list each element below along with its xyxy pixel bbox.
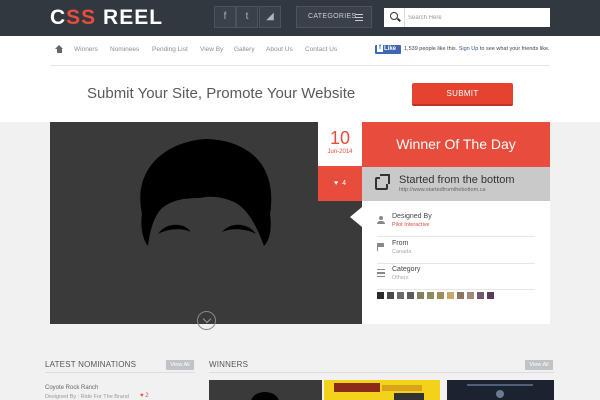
user-icon — [377, 216, 385, 224]
country-value: Canada — [392, 249, 412, 255]
latest-nominations-title: LATEST NOMINATIONS — [45, 360, 137, 369]
winner-thumbnail[interactable] — [324, 380, 440, 400]
search-icon[interactable] — [384, 8, 405, 27]
color-swatch[interactable] — [417, 292, 424, 299]
winner-face-illustration — [140, 139, 272, 246]
winner-date: 10 Jun-2014 — [318, 122, 362, 166]
panel-pointer — [350, 207, 362, 227]
winner-thumbnail[interactable] — [209, 380, 322, 400]
heart-icon: ♥ — [333, 180, 339, 187]
category-label: Category — [392, 266, 421, 273]
thumbnail-face — [251, 392, 279, 400]
designer-link[interactable]: Pilot Interactive — [392, 222, 430, 228]
category-value[interactable]: Others — [392, 275, 409, 281]
winner-site-title[interactable]: Started from the bottom — [399, 174, 515, 186]
color-swatch[interactable] — [397, 292, 404, 299]
color-swatch[interactable] — [437, 292, 444, 299]
winners-view-all-button[interactable]: View All — [525, 360, 553, 370]
nav-pending-list[interactable]: Pending List — [152, 46, 188, 53]
facebook-signup-link[interactable]: Sign Up — [459, 46, 479, 52]
winners-title: WINNERS — [209, 360, 249, 369]
designed-by-row: Designed By Pilot Interactive — [377, 211, 535, 237]
like-count: 4 — [342, 180, 347, 187]
thumbnail-graphic — [467, 384, 533, 398]
nomination-title[interactable]: Coyote Rock Ranch — [45, 385, 98, 391]
submit-button[interactable]: SUBMIT — [412, 83, 513, 106]
color-swatch[interactable] — [457, 292, 464, 299]
color-swatch[interactable] — [477, 292, 484, 299]
menu-icon — [355, 14, 363, 21]
rss-icon[interactable]: ◢ — [259, 6, 281, 28]
home-icon[interactable] — [55, 45, 63, 53]
winner-thumbnail[interactable] — [447, 380, 554, 400]
facebook-icon[interactable]: f — [214, 6, 236, 28]
thumbnail-graphic — [334, 383, 424, 400]
search-box — [384, 8, 550, 27]
from-label: From — [392, 240, 409, 247]
color-swatch[interactable] — [467, 292, 474, 299]
external-link-icon — [375, 174, 390, 190]
facebook-like-button[interactable]: f Like — [375, 45, 401, 54]
nav-gallery[interactable]: Gallery — [234, 46, 255, 53]
color-swatch[interactable] — [447, 292, 454, 299]
facebook-icon: f — [377, 45, 383, 52]
list-icon — [377, 269, 385, 277]
search-input[interactable] — [408, 11, 543, 24]
nav-nominees[interactable]: Nominees — [110, 46, 139, 53]
category-row: Category Others — [377, 264, 535, 290]
nav-contact-us[interactable]: Contact Us — [305, 46, 337, 53]
date-month: Jun-2014 — [327, 149, 353, 155]
latest-divider — [45, 372, 195, 373]
heart-icon: ♥ — [140, 393, 144, 399]
latest-view-all-button[interactable]: View All — [166, 360, 194, 370]
winner-site-url[interactable]: http://www.startedfromthebottom.ca — [399, 187, 486, 193]
color-swatch[interactable] — [387, 292, 394, 299]
winner-screenshot[interactable] — [50, 122, 362, 324]
nav-about-us[interactable]: About Us — [266, 46, 293, 53]
winners-divider — [209, 372, 554, 373]
color-palette — [377, 292, 497, 299]
color-swatch[interactable] — [377, 292, 384, 299]
from-row: From Canada — [377, 238, 535, 264]
nomination-likes[interactable]: ♥ 2 — [140, 393, 149, 399]
site-logo[interactable]: CSS REEL — [50, 7, 163, 28]
winner-site-link[interactable]: Started from the bottom http://www.start… — [362, 167, 550, 201]
scroll-down-button[interactable] — [197, 311, 216, 330]
designed-by-label: Designed By — [392, 213, 432, 220]
categories-label: CATEGORIES — [308, 13, 357, 20]
nav-winners[interactable]: Winners — [74, 46, 98, 53]
color-swatch[interactable] — [427, 292, 434, 299]
nomination-designer: Designed By : Ride For The Brand — [45, 394, 129, 400]
winner-like-button[interactable]: ♥ 4 — [318, 166, 362, 201]
facebook-like-text: 1,539 people like this. Sign Up to see w… — [404, 46, 550, 52]
color-swatch[interactable] — [487, 292, 494, 299]
categories-button[interactable]: CATEGORIES — [296, 6, 372, 28]
date-day: 10 — [329, 128, 351, 148]
flag-icon — [377, 243, 385, 251]
twitter-icon[interactable]: t — [236, 6, 258, 28]
winner-heading: Winner Of The Day — [362, 122, 550, 167]
promo-headline: Submit Your Site, Promote Your Website — [87, 85, 356, 102]
nav-view-by[interactable]: View By — [200, 46, 223, 53]
color-swatch[interactable] — [407, 292, 414, 299]
